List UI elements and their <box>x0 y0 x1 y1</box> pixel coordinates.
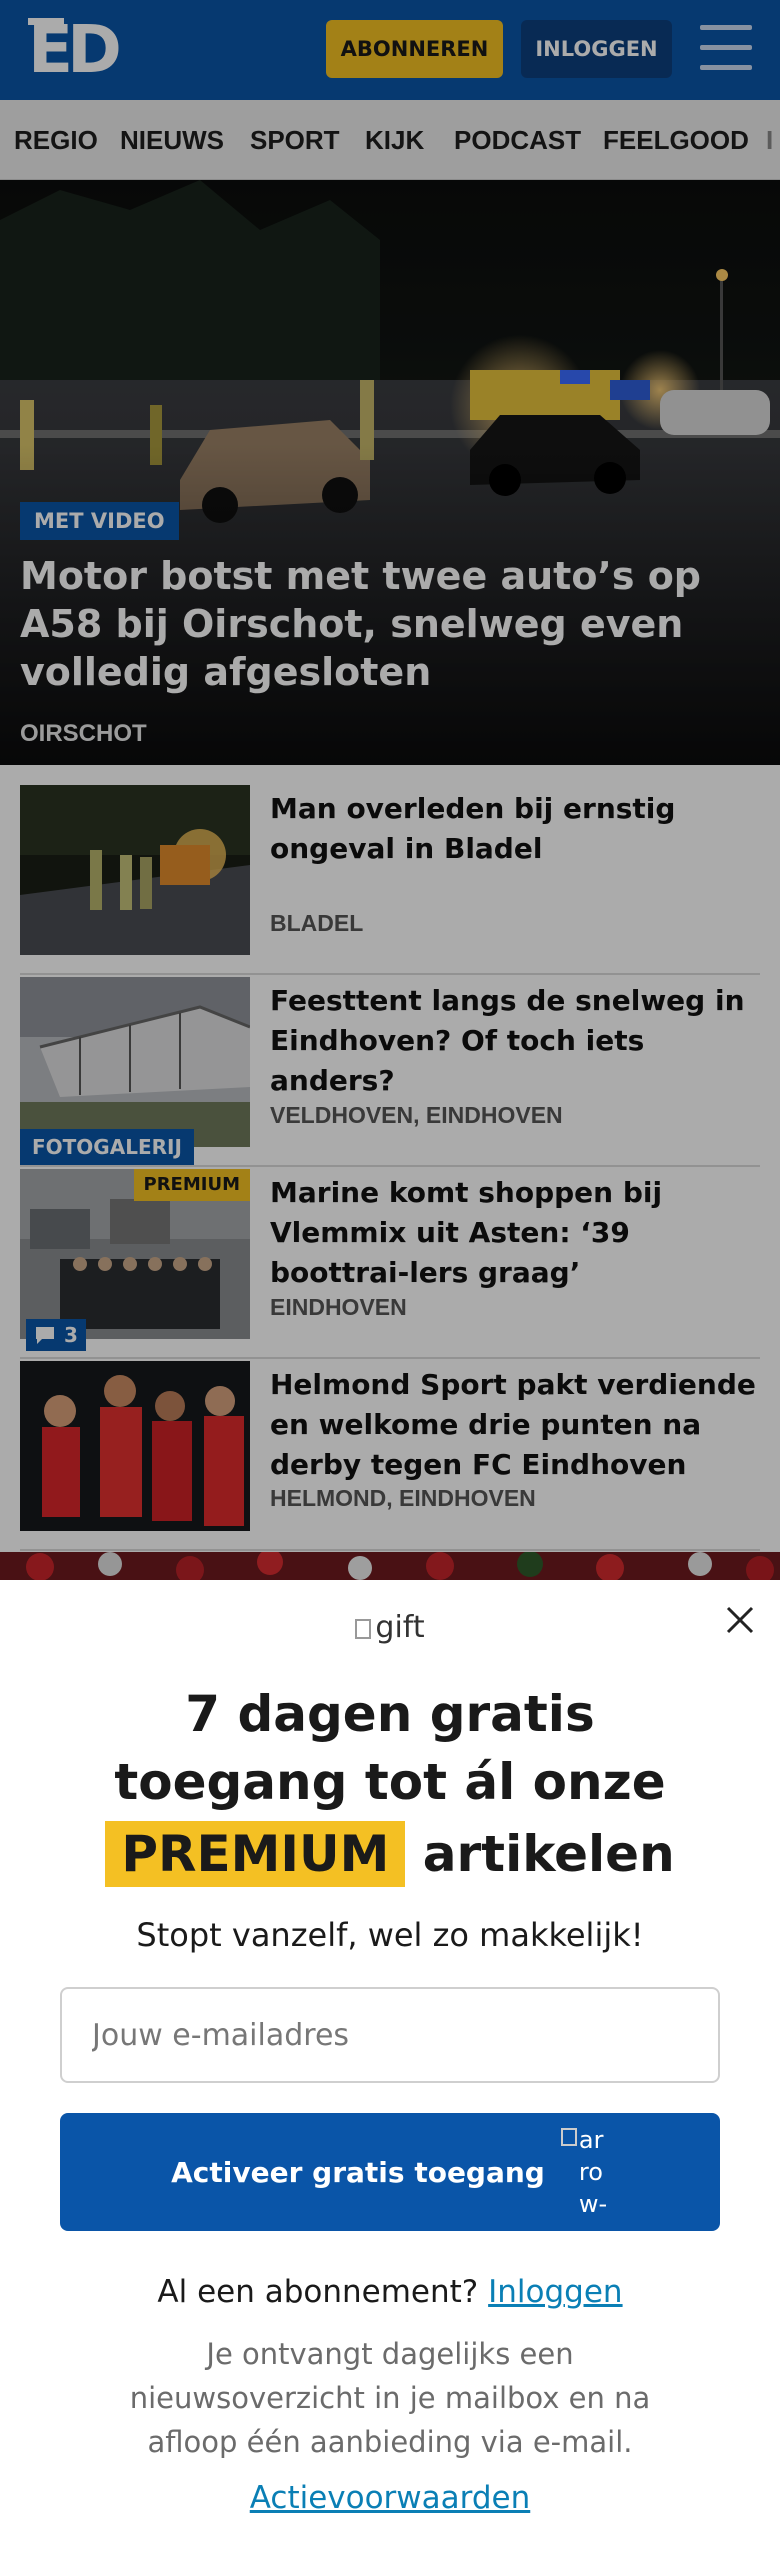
already-text: Al een abonnement? <box>157 2274 479 2310</box>
activate-button[interactable]: Activeer gratis toegang arrow-right <box>60 2113 720 2231</box>
headline-line-1: 7 dagen gratis <box>185 1685 595 1743</box>
premium-highlight: PREMIUM <box>105 1821 406 1887</box>
gift-icon: gift <box>0 1610 780 1645</box>
info-text: Je ontvangt dagelijks een nieuwsoverzich… <box>129 2337 651 2459</box>
gift-alt-text: gift <box>375 1610 425 1645</box>
arrow-right-icon: arrow-right <box>560 2124 609 2220</box>
modal-subtitle: Stopt vanzelf, wel zo makkelijk! <box>136 1916 644 1954</box>
headline-line-2: toegang tot ál onze <box>114 1753 666 1811</box>
modal-headline: 7 dagen gratis toegang tot ál onze PREMI… <box>0 1680 780 1888</box>
email-field[interactable] <box>60 1987 720 2083</box>
activate-label: Activeer gratis toegang <box>171 2155 545 2189</box>
login-link[interactable]: Inloggen <box>488 2274 622 2310</box>
modal-backdrop[interactable] <box>0 0 780 1580</box>
terms-link[interactable]: Actievoorwaarden <box>0 2480 780 2516</box>
existing-subscription-line: Al een abonnement? Inloggen <box>0 2274 780 2310</box>
headline-line-3: artikelen <box>422 1825 675 1883</box>
premium-trial-modal: gift 7 dagen gratis toegang tot ál onze … <box>0 1580 780 2560</box>
